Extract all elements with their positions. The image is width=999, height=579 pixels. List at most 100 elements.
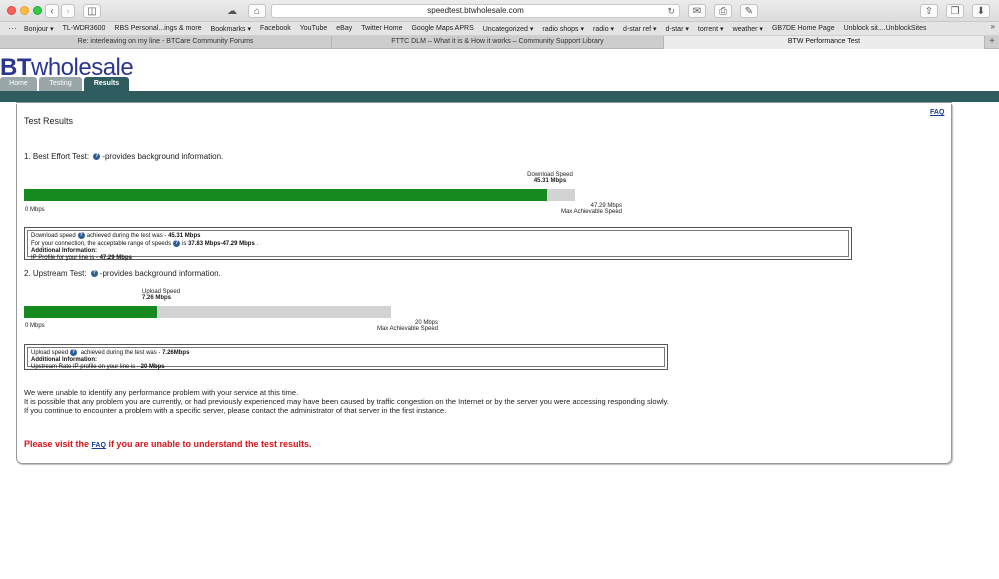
bookmark-item[interactable]: Bonjour ▾ [24,25,54,33]
new-tab-button[interactable]: + [985,36,999,48]
sidebar-button[interactable]: ◫ [83,4,101,18]
download-max-label: 47.29 Mbps Max Achievable Speed [550,203,622,215]
mail-button[interactable]: ✉ [688,4,706,18]
upstream-profile-value: 20 Mbps [140,364,165,371]
bookmark-item[interactable]: d-star ref ▾ [623,25,656,33]
bookmark-item[interactable]: torrent ▾ [698,25,724,33]
bookmark-item[interactable]: Uncategorized ▾ [483,25,534,33]
download-bar-track [24,189,575,201]
edit-button[interactable]: ✎ [740,4,758,18]
tab-title: BTW Performance Test [787,38,861,45]
home-icon: ⌂ [253,5,261,17]
message-line: It is possible that any problem you are … [24,397,669,406]
ip-profile-line: IP Profile for your line is - 47.29 Mbps [31,255,845,262]
upload-info-text: Upload speed [31,350,69,357]
faq-notice-text: if you are unable to understand the test… [105,439,312,449]
upstream-subtitle: -provides background information. [99,269,221,278]
bookmarks-bar: ⋯ Bonjour ▾ TL-WDR3600 RBS Personal...in… [0,22,999,36]
bookmark-item[interactable]: Facebook [260,25,291,32]
bookmark-item[interactable]: eBay [336,25,352,32]
message-line: If you continue to encounter a problem w… [24,406,447,415]
back-button[interactable]: ‹ [45,4,59,18]
bookmark-item[interactable]: radio shops ▾ [542,25,584,33]
faq-link[interactable]: FAQ [930,109,944,116]
bookmark-item[interactable]: weather ▾ [733,25,763,33]
download-info-value: 45.31 Mbps [168,233,201,240]
bookmark-item[interactable]: Google Maps APRS [411,25,473,32]
grid-icon[interactable]: ⋯ [8,23,18,34]
upload-info-line: Upload speed? achieved during the test w… [31,349,661,357]
forward-button[interactable]: › [61,4,75,18]
downloads-button[interactable]: ⬇ [972,4,990,18]
help-icon[interactable]: ? [173,240,181,248]
bookmark-item[interactable]: d-star ▾ [666,25,689,33]
plus-icon: + [989,36,995,47]
download-bar-fill [24,189,547,201]
upload-bar-fill [24,306,157,318]
upload-bar-track [24,306,391,318]
download-speed-label: Download Speed 45.31 Mbps [515,172,585,184]
print-button[interactable]: ⎙ [714,4,732,18]
icloud-tabs-button[interactable]: ☁ [222,4,242,18]
chevron-left-icon: ‹ [50,5,54,17]
faq-notice-link[interactable]: FAQ [92,442,106,449]
tabs-icon: ❐ [950,5,960,17]
home-button[interactable]: ⌂ [248,4,266,18]
upload-info-box: Upload speed? achieved during the test w… [24,344,668,370]
help-icon[interactable]: ? [93,153,101,161]
nav-home[interactable]: Home [0,77,37,91]
result-message: We were unable to identify any performan… [24,388,669,415]
nav-results[interactable]: Results [84,77,129,91]
download-speed-value: 45.31 Mbps [533,178,567,184]
nav-testing[interactable]: Testing [39,77,82,91]
minimize-window-button[interactable] [20,6,29,15]
pencil-icon: ✎ [744,5,754,17]
tab-fttc[interactable]: FTTC DLM – What it is & How it works – C… [332,36,664,49]
zoom-window-button[interactable] [33,6,42,15]
help-icon[interactable]: ? [77,232,85,239]
tab-bar: Re: interleaving on my line - BTCare Com… [0,36,999,49]
help-icon[interactable]: ? [90,270,98,278]
upload-max-label: 20 Mbps Max Achievable Speed [360,320,438,332]
tab-btw-performance[interactable]: BTW Performance Test [664,36,985,49]
more-bookmarks-icon[interactable]: » [991,22,995,31]
faq-notice-text: Please visit the [24,439,92,449]
share-button[interactable]: ⇧ [920,4,938,18]
bookmark-item[interactable]: Unblock sit....UnblockSites [844,25,927,32]
browser-toolbar: ‹ › ◫ ☁ ⌂ speedtest.btwholesale.com ↻ ✉ … [0,0,999,22]
address-text: speedtest.btwholesale.com [427,6,524,15]
best-effort-heading: 1. Best Effort Test: ? -provides backgrou… [24,152,223,161]
upstream-title: 2. Upstream Test: [24,269,87,278]
upload-additional-text: Additional Information: [31,357,97,364]
bookmark-item[interactable]: Bookmarks ▾ [211,25,251,33]
bookmark-item[interactable]: TL-WDR3600 [63,25,106,32]
tab-title: Re: interleaving on my line - BTCare Com… [77,38,254,45]
download-info-text: achieved during the test was - [86,233,169,240]
upload-info-text: achieved during the test was - [79,350,163,357]
range-value: 37.83 Mbps-47.29 Mbps [188,241,255,248]
ip-profile-text: IP Profile for your line is - [31,255,100,262]
site-nav: Home Testing Results [0,77,131,91]
page-title: Test Results [24,116,74,126]
help-icon[interactable]: ? [70,349,78,356]
share-icon: ⇧ [924,5,934,17]
bookmark-item[interactable]: GB7DE Home Page [772,25,835,32]
download-info-text: Download speed [31,233,76,240]
bookmark-item[interactable]: RBS Personal...ings & more [114,25,201,32]
best-effort-title: 1. Best Effort Test: [24,152,90,161]
bookmark-item[interactable]: Twitter Home [361,25,402,32]
tabs-overview-button[interactable]: ❐ [946,4,964,18]
close-window-button[interactable] [7,6,16,15]
bookmark-item[interactable]: YouTube [300,25,328,32]
ip-profile-value: 47.29 Mbps [99,255,132,262]
upload-min-label: 0 Mbps [25,323,45,329]
bookmark-item[interactable]: radio ▾ [593,25,614,33]
download-min-label: 0 Mbps [25,207,45,213]
address-bar[interactable]: speedtest.btwholesale.com ↻ [271,4,680,18]
reload-icon[interactable]: ↻ [667,5,675,17]
tab-forum[interactable]: Re: interleaving on my line - BTCare Com… [0,36,332,49]
mail-icon: ✉ [692,5,702,17]
upload-speed-label: Upload Speed 7.26 Mbps [142,289,204,301]
upload-max-caption: Max Achievable Speed [376,326,438,332]
upload-info-inner: Upload speed? achieved during the test w… [27,347,665,371]
